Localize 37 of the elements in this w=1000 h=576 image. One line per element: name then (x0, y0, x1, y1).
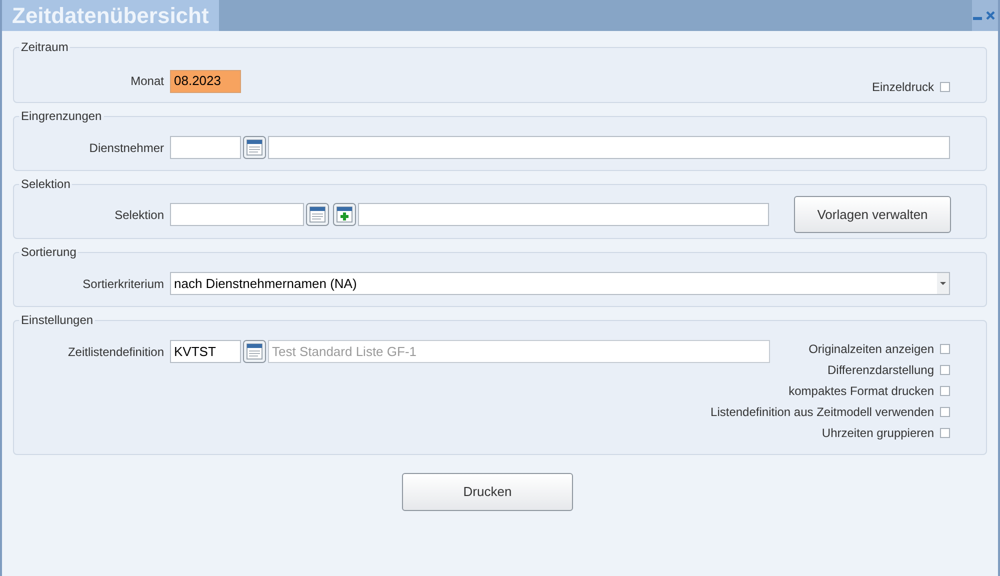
field-label: Zeitlistendefinition (66, 344, 165, 360)
field-label: Monat (130, 73, 165, 90)
group-legend: Zeitraum (19, 38, 70, 56)
checkbox-label: kompaktes Format drucken (788, 382, 934, 400)
calendar-icon[interactable] (306, 203, 329, 226)
manage-templates-button[interactable]: Vorlagen verwalten (794, 196, 951, 233)
checkbox[interactable] (940, 428, 950, 438)
print-button[interactable]: Drucken (402, 473, 573, 511)
input-field[interactable] (170, 136, 241, 159)
group-legend: Eingrenzungen (19, 107, 104, 125)
group-legend: Einstellungen (19, 311, 96, 329)
select-field[interactable]: nach Dienstnehmernamen (NA) (170, 272, 950, 295)
calendar-icon[interactable] (243, 136, 266, 159)
window-title: Zeitdatenübersicht (2, 0, 219, 31)
calendar-icon[interactable] (243, 340, 266, 363)
checkbox[interactable] (940, 344, 950, 354)
add-calendar-icon[interactable] (333, 203, 356, 226)
input-field[interactable] (170, 203, 304, 226)
group-legend: Selektion (19, 175, 72, 193)
checkbox-label: Differenzdarstellung (827, 362, 934, 378)
checkbox[interactable] (940, 364, 950, 374)
field-label: Sortierkriterium (82, 276, 165, 292)
checkbox-label: Einzeldruck (872, 79, 934, 96)
checkbox-label: Listendefinition aus Zeitmodell verwenden (710, 404, 934, 420)
checkbox[interactable] (940, 82, 950, 92)
checkbox-label: Uhrzeiten gruppieren (822, 424, 934, 442)
checkbox[interactable] (940, 406, 950, 416)
group-legend: Sortierung (19, 243, 78, 261)
input-field[interactable] (268, 136, 950, 159)
field-label: Selektion (114, 206, 165, 224)
input-field[interactable]: 08.2023 (170, 70, 241, 92)
checkbox-label: Originalzeiten anzeigen (808, 340, 934, 358)
field-label: Dienstnehmer (88, 140, 165, 156)
close-icon[interactable] (985, 10, 996, 21)
input-field[interactable] (358, 203, 769, 226)
checkbox[interactable] (940, 386, 950, 396)
input-field[interactable]: KVTST (170, 340, 241, 363)
